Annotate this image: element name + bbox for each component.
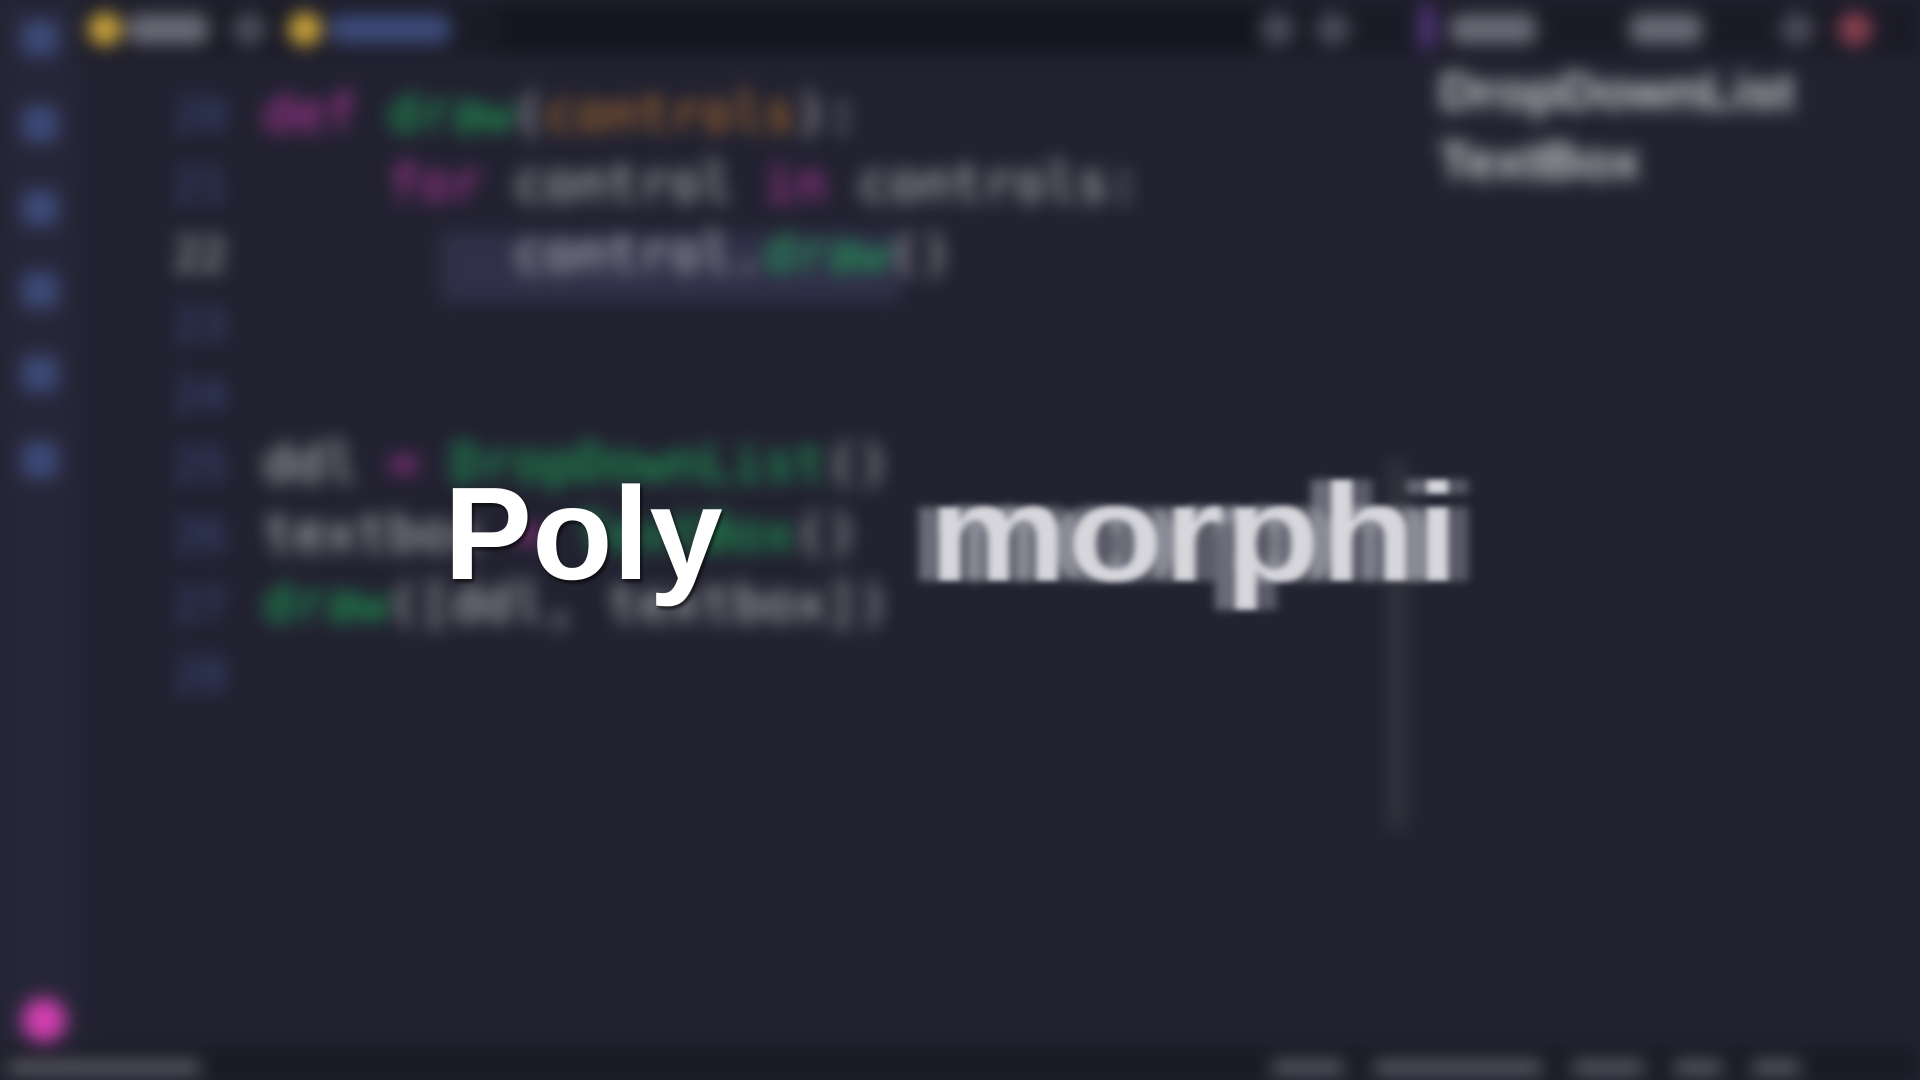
code-token: () <box>826 434 890 494</box>
user-icon[interactable] <box>1838 12 1872 46</box>
code-token: def <box>263 84 389 144</box>
line-number: 21 <box>173 160 227 211</box>
title-word-poly: Poly <box>444 460 723 607</box>
line-number: 24 <box>173 370 227 421</box>
code-token: draw <box>388 84 514 144</box>
app-icon <box>88 12 122 46</box>
toolbar-icon[interactable] <box>1260 12 1294 46</box>
code-line: for control in controls: <box>263 154 1140 214</box>
run-config[interactable] <box>1450 14 1536 44</box>
status-bar: ▬▬▬▬▬▬▬▬ ▬▬▬ ▬▬▬▬▬▬▬ ▬▬▬ ▬▬ ▬▬ <box>0 1048 1920 1080</box>
code-token: in <box>763 154 858 214</box>
git-icon[interactable] <box>22 190 58 226</box>
settings-icon[interactable] <box>1780 12 1814 46</box>
tab[interactable] <box>128 14 208 44</box>
status-left: ▬▬▬▬▬▬▬▬ <box>8 1050 200 1077</box>
line-number: 20 <box>173 90 227 141</box>
toolbar-icon[interactable] <box>1316 12 1350 46</box>
extensions-icon[interactable] <box>22 356 58 392</box>
code-token: ): <box>795 84 858 144</box>
line-number: 27 <box>173 580 227 631</box>
code-token: draw <box>763 224 890 284</box>
project-icon <box>288 12 322 46</box>
terminal-icon[interactable] <box>22 442 58 478</box>
title-word-morphi: morphi <box>928 454 1460 611</box>
code-token: = <box>388 434 451 494</box>
code-token: ( <box>513 84 545 144</box>
code-token: controls <box>544 84 796 144</box>
outline-item[interactable]: TextBox <box>1439 132 1794 202</box>
line-number: 26 <box>173 510 227 561</box>
run-indicator <box>1420 4 1434 50</box>
code-line: control.draw() <box>263 224 952 284</box>
branch[interactable] <box>1630 14 1702 44</box>
account-avatar[interactable] <box>22 998 66 1042</box>
activity-bar <box>0 0 80 1050</box>
debug-icon[interactable] <box>22 272 58 308</box>
code-token: for <box>263 154 514 214</box>
code-token: controls: <box>857 154 1140 214</box>
status-right: ▬▬▬ ▬▬▬▬▬▬▬ ▬▬▬ ▬▬ ▬▬ <box>1272 1050 1800 1077</box>
line-number: 22 <box>173 230 227 281</box>
explorer-icon[interactable] <box>22 20 58 56</box>
code-line: def draw(controls): <box>263 84 858 144</box>
title-bar <box>0 0 1920 56</box>
outline-item[interactable]: DropDownList <box>1439 62 1794 132</box>
project-tab[interactable] <box>330 14 450 44</box>
line-number: 28 <box>173 650 227 701</box>
outline-panel: DropDownList TextBox <box>1439 62 1794 202</box>
search-icon[interactable] <box>22 106 58 142</box>
code-token: control. <box>263 224 764 284</box>
code-token: () <box>889 224 952 284</box>
code-token: ddl <box>263 434 389 494</box>
line-number: 23 <box>173 300 227 351</box>
nav-icon[interactable] <box>232 12 266 46</box>
code-token: control <box>513 154 764 214</box>
code-token: () <box>795 504 858 564</box>
command-center[interactable] <box>500 4 1260 50</box>
code-token: draw <box>263 574 389 634</box>
line-number: 25 <box>173 440 227 491</box>
